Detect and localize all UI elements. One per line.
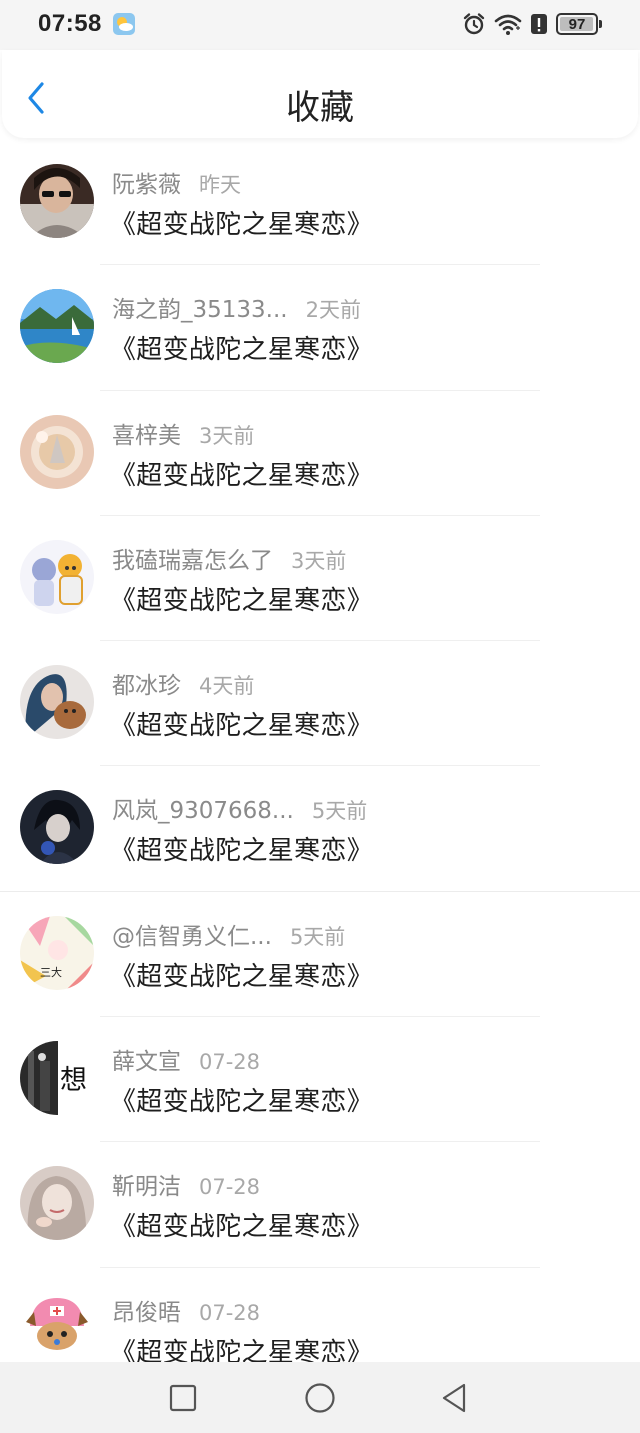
system-nav-bar bbox=[0, 1362, 640, 1433]
list-item[interactable]: 喜梓美 3天前 《超变战陀之星寒恋》 bbox=[0, 391, 640, 516]
list-item[interactable]: 想 薛文宣 07-28 《超变战陀之星寒恋》 bbox=[0, 1017, 640, 1143]
user-name[interactable]: 都冰珍 bbox=[112, 666, 181, 700]
avatar[interactable] bbox=[20, 289, 94, 364]
user-name[interactable]: 我磕瑞嘉怎么了 bbox=[112, 541, 273, 575]
favorite-title[interactable]: 《超变战陀之星寒恋》 bbox=[110, 455, 373, 492]
status-bar: 07:58 97 bbox=[0, 0, 640, 50]
alert-icon bbox=[530, 12, 548, 36]
user-name[interactable]: 喜梓美 bbox=[112, 416, 181, 450]
favorite-title[interactable]: 《超变战陀之星寒恋》 bbox=[110, 1081, 373, 1118]
item-meta: 海之韵_35133... 2天前 bbox=[112, 290, 361, 324]
time-ago: 3天前 bbox=[199, 423, 255, 448]
user-name[interactable]: 昂俊晤 bbox=[112, 1293, 181, 1327]
avatar[interactable] bbox=[20, 1291, 94, 1362]
list-item[interactable]: 我磕瑞嘉怎么了 3天前 《超变战陀之星寒恋》 bbox=[0, 516, 640, 642]
back-triangle-icon bbox=[442, 1383, 466, 1413]
favorite-title[interactable]: 《超变战陀之星寒恋》 bbox=[110, 830, 373, 867]
status-icons: 97 bbox=[462, 11, 602, 37]
list-item[interactable]: 风岚_9307668... 5天前 《超变战陀之星寒恋》 bbox=[0, 766, 640, 892]
item-meta: 都冰珍 4天前 bbox=[112, 666, 254, 700]
item-meta: 我磕瑞嘉怎么了 3天前 bbox=[112, 541, 346, 575]
favorites-list: 阮紫薇 昨天 《超变战陀之星寒恋》 海之韵_35133... 2天前 《超变战陀… bbox=[0, 140, 640, 1362]
list-item[interactable]: 靳明洁 07-28 《超变战陀之星寒恋》 bbox=[0, 1142, 640, 1268]
avatar[interactable]: 想 bbox=[20, 1041, 94, 1116]
item-meta: @信智勇义仁... 5天前 bbox=[112, 917, 345, 951]
time-ago: 07-28 bbox=[199, 1050, 261, 1075]
header: 收藏 bbox=[2, 50, 638, 138]
time-ago: 07-28 bbox=[199, 1300, 261, 1325]
avatar[interactable] bbox=[20, 790, 94, 865]
avatar[interactable] bbox=[20, 1166, 94, 1241]
time-ago: 07-28 bbox=[199, 1175, 261, 1200]
user-name[interactable]: 靳明洁 bbox=[112, 1167, 181, 1201]
user-name[interactable]: 海之韵_35133... bbox=[112, 290, 288, 324]
battery-indicator: 97 bbox=[556, 13, 602, 35]
page-title: 收藏 bbox=[286, 88, 354, 128]
favorite-title[interactable]: 《超变战陀之星寒恋》 bbox=[110, 705, 373, 742]
item-meta: 靳明洁 07-28 bbox=[112, 1167, 260, 1201]
item-meta: 薛文宣 07-28 bbox=[112, 1042, 260, 1076]
avatar[interactable] bbox=[20, 164, 94, 238]
time-ago: 5天前 bbox=[289, 924, 346, 949]
item-meta: 昂俊晤 07-28 bbox=[112, 1293, 260, 1327]
avatar[interactable] bbox=[20, 539, 94, 614]
item-meta: 阮紫薇 昨天 bbox=[112, 165, 241, 199]
avatar[interactable]: 三大 bbox=[20, 915, 94, 990]
list-item[interactable]: 都冰珍 4天前 《超变战陀之星寒恋》 bbox=[0, 641, 640, 767]
status-time: 07:58 bbox=[38, 10, 102, 37]
list-item[interactable]: 昂俊晤 07-28 《超变战陀之星寒恋》 bbox=[0, 1268, 640, 1362]
favorite-title[interactable]: 《超变战陀之星寒恋》 bbox=[110, 1332, 373, 1362]
time-ago: 3天前 bbox=[291, 548, 347, 573]
avatar[interactable] bbox=[20, 665, 94, 740]
favorite-title[interactable]: 《超变战陀之星寒恋》 bbox=[110, 204, 373, 241]
time-ago: 昨天 bbox=[199, 173, 241, 197]
back-nav-button[interactable] bbox=[438, 1382, 470, 1414]
user-name[interactable]: @信智勇义仁... bbox=[112, 917, 272, 951]
weather-icon bbox=[112, 12, 136, 36]
user-name[interactable]: 薛文宣 bbox=[112, 1042, 181, 1076]
list-item[interactable]: 阮紫薇 昨天 《超变战陀之星寒恋》 bbox=[0, 140, 640, 266]
battery-cap bbox=[599, 20, 602, 28]
recents-button[interactable] bbox=[167, 1382, 199, 1414]
home-button[interactable] bbox=[304, 1382, 336, 1414]
list-item[interactable]: 三大 @信智勇义仁... 5天前 《超变战陀之星寒恋》 bbox=[0, 892, 640, 1018]
favorite-title[interactable]: 《超变战陀之星寒恋》 bbox=[110, 1206, 373, 1243]
battery-icon: 97 bbox=[556, 13, 598, 35]
favorite-title[interactable]: 《超变战陀之星寒恋》 bbox=[110, 956, 373, 993]
favorite-title[interactable]: 《超变战陀之星寒恋》 bbox=[110, 329, 373, 366]
favorite-title[interactable]: 《超变战陀之星寒恋》 bbox=[110, 580, 373, 617]
avatar-badge-text: 三大 bbox=[40, 965, 62, 979]
home-circle-icon bbox=[305, 1383, 335, 1413]
recents-square-icon bbox=[169, 1384, 197, 1412]
item-meta: 喜梓美 3天前 bbox=[112, 416, 254, 450]
user-name[interactable]: 风岚_9307668... bbox=[112, 791, 294, 825]
alarm-icon bbox=[462, 12, 486, 36]
item-meta: 风岚_9307668... 5天前 bbox=[112, 791, 367, 825]
time-ago: 5天前 bbox=[311, 799, 368, 824]
battery-text: 97 bbox=[568, 15, 586, 33]
wifi-icon bbox=[494, 12, 522, 36]
user-name[interactable]: 阮紫薇 bbox=[112, 165, 181, 199]
time-ago: 2天前 bbox=[305, 298, 361, 323]
list-item[interactable]: 海之韵_35133... 2天前 《超变战陀之星寒恋》 bbox=[0, 265, 640, 391]
avatar-badge-text: 想 bbox=[60, 1065, 87, 1096]
time-ago: 4天前 bbox=[199, 674, 255, 699]
avatar[interactable] bbox=[20, 414, 94, 489]
